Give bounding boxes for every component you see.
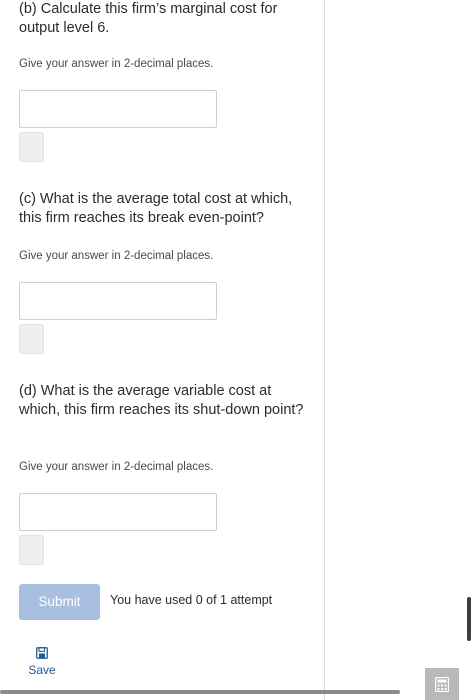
save-button[interactable]: Save xyxy=(24,646,60,679)
question-d-text: (d) What is the average variable cost at… xyxy=(19,383,304,418)
question-b-status-box xyxy=(19,132,44,162)
question-b-text: (b) Calculate this firm’s marginal cost … xyxy=(19,1,278,36)
app-frame: (b) Calculate this firm’s marginal cost … xyxy=(0,0,476,700)
horizontal-scrollbar[interactable] xyxy=(0,690,400,694)
question-d-status-box xyxy=(19,535,44,565)
save-icon xyxy=(36,646,48,659)
question-d-answer-input[interactable] xyxy=(19,493,217,531)
save-label: Save xyxy=(28,663,56,677)
vertical-scrollbar[interactable] xyxy=(467,597,471,641)
question-c-status-box xyxy=(19,324,44,354)
question-c-answer-input[interactable] xyxy=(19,282,217,320)
question-c-hint: Give your answer in 2-decimal places. xyxy=(19,250,214,262)
calculator-icon xyxy=(435,677,449,692)
question-d-hint: Give your answer in 2-decimal places. xyxy=(19,461,214,473)
calculator-button[interactable] xyxy=(425,668,459,700)
question-b-answer-input[interactable] xyxy=(19,90,217,128)
submit-button[interactable]: Submit xyxy=(19,584,100,620)
attempts-text: You have used 0 of 1 attempt xyxy=(110,593,273,607)
question-panel: (b) Calculate this firm’s marginal cost … xyxy=(0,0,325,700)
question-b-hint: Give your answer in 2-decimal places. xyxy=(19,58,214,70)
question-c-text: (c) What is the average total cost at wh… xyxy=(19,191,293,226)
